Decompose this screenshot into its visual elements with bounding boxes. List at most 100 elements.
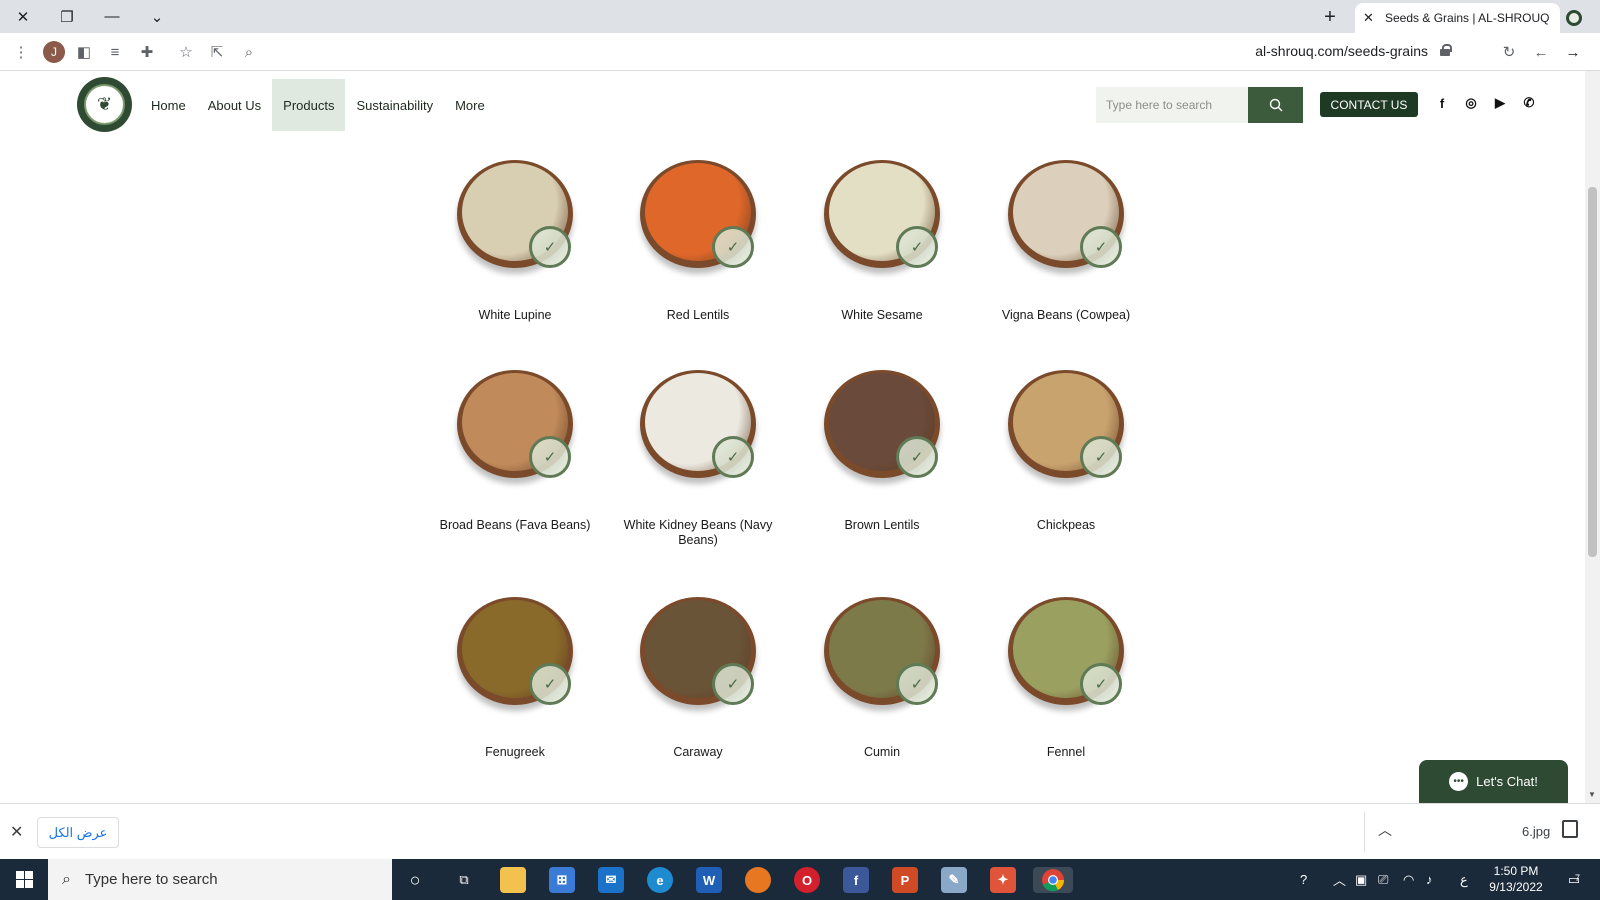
product-image[interactable]: ✓ — [640, 160, 756, 268]
browser-tab[interactable]: ✕ Seeds & Grains | AL-SHROUQ — [1355, 3, 1582, 33]
product-name[interactable]: Fenugreek — [425, 745, 605, 760]
file-explorer-icon[interactable] — [500, 867, 526, 893]
facebook-icon[interactable]: f — [1434, 95, 1450, 111]
chat-bubble-icon: ••• — [1449, 772, 1469, 791]
firefox-icon[interactable] — [745, 867, 771, 893]
download-bar-close-icon[interactable]: ✕ — [10, 822, 23, 842]
whatsapp-icon[interactable]: ✆ — [1521, 95, 1537, 111]
system-clock[interactable]: 1:50 PM 9/13/2022 — [1480, 863, 1552, 895]
product-name[interactable]: White Lupine — [425, 308, 605, 323]
taskbar-search[interactable]: ⌕ Type here to search — [48, 859, 392, 900]
tab-search-icon[interactable]: ⌄ — [134, 0, 180, 33]
tab-close-icon[interactable]: ✕ — [1363, 10, 1379, 26]
side-panel-icon[interactable]: ◧ — [73, 41, 95, 63]
store-icon[interactable]: ⊞ — [549, 867, 575, 893]
start-button[interactable] — [0, 859, 48, 900]
site-search-input[interactable]: Type here to search — [1096, 87, 1248, 123]
address-bar[interactable]: al-shrouq.com/seeds-grains — [1255, 43, 1428, 59]
product-name[interactable]: Brown Lentils — [792, 518, 972, 533]
mail-icon[interactable]: ✉ — [598, 867, 624, 893]
reading-list-icon[interactable]: ≡ — [104, 41, 126, 63]
product-name[interactable]: Broad Beans (Fava Beans) — [425, 518, 605, 533]
edge-icon[interactable]: e — [647, 867, 673, 893]
scroll-down-arrow-icon[interactable]: ▼ — [1588, 790, 1596, 799]
taskbar-search-placeholder: Type here to search — [84, 871, 218, 888]
wifi-icon[interactable]: ◠ — [1403, 859, 1414, 900]
chevron-up-icon[interactable]: ︿ — [1378, 820, 1392, 840]
bookmark-star-icon[interactable]: ☆ — [175, 41, 197, 63]
app-icon[interactable]: ✦ — [990, 867, 1016, 893]
image-file-icon[interactable] — [1562, 820, 1578, 838]
zoom-search-icon[interactable]: ⌕ — [238, 41, 260, 63]
back-icon[interactable]: ← — [1530, 41, 1552, 63]
site-favicon-icon — [1566, 10, 1582, 26]
forward-icon[interactable]: → — [1562, 41, 1584, 63]
paint-icon[interactable]: ✎ — [941, 867, 967, 893]
powerpoint-icon[interactable]: P — [892, 867, 918, 893]
quality-badge-icon: ✓ — [712, 436, 754, 478]
task-view-icon[interactable]: ⧉ — [451, 867, 477, 893]
product-image[interactable]: ✓ — [457, 160, 573, 268]
new-tab-button[interactable]: + — [1318, 5, 1342, 29]
product-image[interactable]: ✓ — [1008, 160, 1124, 268]
opera-icon[interactable]: O — [794, 867, 820, 893]
quality-badge-icon: ✓ — [1080, 436, 1122, 478]
product-name[interactable]: Fennel — [976, 745, 1156, 760]
instagram-icon[interactable]: ◎ — [1463, 95, 1479, 111]
windows-taskbar: ⌕ Type here to search ○ ⧉ ⊞ ✉ e W O f P … — [0, 859, 1600, 900]
site-logo[interactable]: ❦ — [77, 77, 132, 132]
quality-badge-icon: ✓ — [529, 226, 571, 268]
reload-icon[interactable]: ↻ — [1498, 41, 1520, 63]
scrollbar-thumb[interactable] — [1588, 187, 1597, 557]
product-image[interactable]: ✓ — [640, 597, 756, 705]
download-file-name[interactable]: 6.jpg — [1522, 824, 1550, 839]
product-image[interactable]: ✓ — [824, 370, 940, 478]
restore-window-icon[interactable]: ❐ — [44, 0, 90, 33]
nav-more[interactable]: More — [444, 79, 496, 131]
chat-button[interactable]: ••• Let's Chat! — [1419, 760, 1568, 803]
chat-label: Let's Chat! — [1476, 774, 1538, 789]
facebook-app-icon[interactable]: f — [843, 867, 869, 893]
lock-icon[interactable] — [1440, 44, 1452, 56]
chrome-taskbar-icon[interactable] — [1033, 867, 1073, 893]
product-image[interactable]: ✓ — [1008, 597, 1124, 705]
nav-products[interactable]: Products — [272, 79, 346, 131]
product-name[interactable]: Vigna Beans (Cowpea) — [976, 308, 1156, 323]
menu-icon[interactable]: ⋮ — [10, 41, 32, 63]
show-hidden-icons[interactable]: ︿ — [1333, 859, 1346, 900]
tray-app-icon[interactable]: ▣ — [1355, 859, 1367, 900]
contact-us-button[interactable]: CONTACT US — [1320, 92, 1418, 117]
product-name[interactable]: White Sesame — [792, 308, 972, 323]
minimize-window-icon[interactable]: — — [89, 0, 135, 33]
profile-avatar[interactable]: J — [43, 41, 65, 63]
product-image[interactable]: ✓ — [1008, 370, 1124, 478]
nav-sustainability[interactable]: Sustainability — [345, 79, 444, 131]
product-name[interactable]: Red Lentils — [608, 308, 788, 323]
share-icon[interactable]: ⇱ — [206, 41, 228, 63]
product-image[interactable]: ✓ — [457, 370, 573, 478]
product-name[interactable]: Cumin — [792, 745, 972, 760]
product-image[interactable]: ✓ — [824, 597, 940, 705]
close-window-icon[interactable]: ✕ — [0, 0, 46, 33]
input-language[interactable]: ع — [1460, 859, 1468, 900]
meet-icon[interactable]: ⎚ — [1378, 859, 1388, 900]
page-scrollbar[interactable]: ▼ — [1585, 71, 1600, 803]
product-image[interactable]: ✓ — [640, 370, 756, 478]
volume-icon[interactable]: ♪ — [1426, 859, 1433, 900]
help-icon[interactable]: ? — [1300, 859, 1307, 900]
show-all-button[interactable]: عرض الكل — [37, 817, 119, 848]
product-name[interactable]: Chickpeas — [976, 518, 1156, 533]
cortana-icon[interactable]: ○ — [402, 867, 428, 893]
extensions-icon[interactable]: ✚ — [136, 41, 158, 63]
site-search-button[interactable] — [1248, 87, 1303, 123]
product-image[interactable]: ✓ — [824, 160, 940, 268]
nav-home[interactable]: Home — [140, 79, 197, 131]
product-name[interactable]: Caraway — [608, 745, 788, 760]
product-name[interactable]: White Kidney Beans (Navy Beans) — [608, 518, 788, 548]
notifications-icon[interactable]: ▭ — [1562, 859, 1586, 900]
word-icon[interactable]: W — [696, 867, 722, 893]
product-image[interactable]: ✓ — [457, 597, 573, 705]
nav-about-us[interactable]: About Us — [197, 79, 272, 131]
youtube-icon[interactable]: ▶ — [1492, 95, 1508, 111]
quality-badge-icon: ✓ — [896, 226, 938, 268]
